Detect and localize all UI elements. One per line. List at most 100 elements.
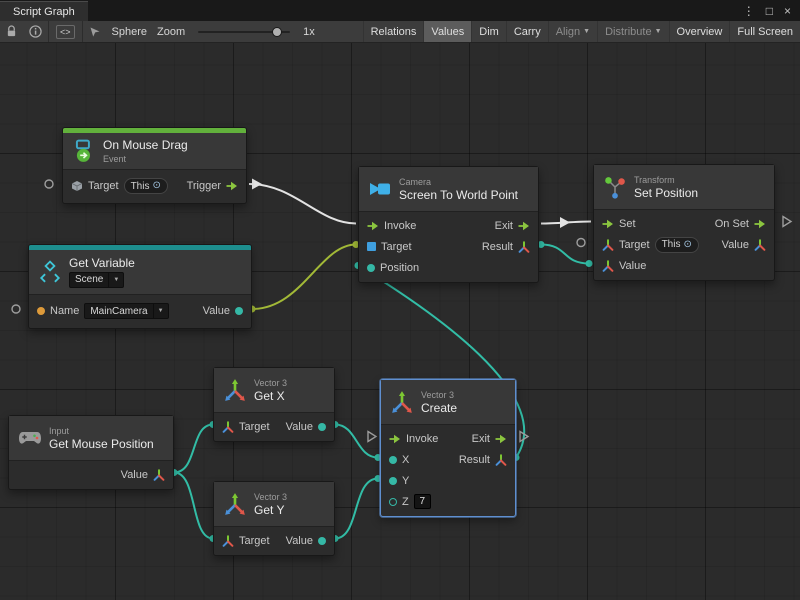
chevron-down-icon: ▼	[108, 273, 123, 287]
port-row: X Result	[381, 449, 515, 470]
port-anchor[interactable]	[12, 305, 20, 313]
node-vector3-create[interactable]: Vector 3 Create Invoke Exit X Result	[380, 379, 516, 517]
wire-mouse-to-getx[interactable]	[174, 425, 213, 473]
node-category: Vector 3	[254, 378, 287, 388]
distribute-dropdown[interactable]: Distribute▼	[597, 21, 668, 42]
code-icon[interactable]: <>	[56, 25, 75, 39]
lock-icon[interactable]	[0, 21, 23, 42]
node-header-text: Camera Screen To World Point	[399, 177, 518, 202]
vector3-port-icon[interactable]	[754, 239, 766, 251]
result-port-label: Result	[482, 241, 513, 253]
port-row: Invoke Exit	[381, 428, 515, 449]
window-menu-icon[interactable]: ⋮	[743, 4, 755, 18]
wire-getx-to-x[interactable]	[335, 425, 378, 458]
node-ports: Set On Set Target This⊙ Value Value	[594, 209, 774, 280]
value-port-label: Value	[203, 305, 230, 317]
vector3-icon	[223, 492, 247, 516]
y-port-label: Y	[402, 475, 409, 487]
overview-button-label: Overview	[677, 26, 723, 38]
node-header: Vector 3 Get X	[214, 368, 334, 412]
node-get-variable[interactable]: Get Variable Scene▼ Name MainCamera▼ Val…	[28, 244, 252, 329]
zoom-value: 1x	[298, 26, 320, 38]
value-port[interactable]	[235, 307, 243, 315]
vector3-port-icon[interactable]	[222, 535, 234, 547]
relations-button[interactable]: Relations	[363, 21, 424, 42]
port-anchor[interactable]	[577, 239, 585, 247]
node-header-text: Vector 3 Get X	[254, 378, 287, 403]
wire-trigger-to-invoke[interactable]	[249, 184, 356, 224]
node-header-text: Transform Set Position	[634, 175, 698, 200]
value-port[interactable]	[318, 423, 326, 431]
window-maximize-icon[interactable]: □	[766, 4, 773, 18]
value-port[interactable]	[318, 537, 326, 545]
position-port[interactable]	[367, 264, 375, 272]
values-button[interactable]: Values	[423, 21, 471, 42]
node-category: Camera	[399, 177, 518, 187]
fullscreen-button[interactable]: Full Screen	[729, 21, 800, 42]
y-port[interactable]	[389, 477, 397, 485]
name-port-label: Name	[50, 305, 79, 317]
node-header: Camera Screen To World Point	[359, 167, 538, 211]
flow-arrow-icon[interactable]	[602, 218, 614, 230]
vector3-port-icon[interactable]	[153, 469, 165, 481]
chevron-down-icon: ▼	[583, 28, 590, 35]
zoom-slider[interactable]	[198, 31, 290, 33]
vector3-port-icon[interactable]	[518, 241, 530, 253]
node-screen-to-world-point[interactable]: Camera Screen To World Point Invoke Exit…	[358, 166, 539, 283]
tab-script-graph[interactable]: Script Graph	[0, 1, 88, 21]
chevron-down-icon: ▼	[153, 304, 168, 318]
this-chip[interactable]: This⊙	[124, 178, 168, 194]
scope-value: Scene	[70, 274, 108, 285]
node-get-y[interactable]: Vector 3 Get Y Target Value	[213, 481, 335, 556]
value-port-label: Value	[286, 535, 313, 547]
flow-arrow-icon[interactable]	[367, 220, 379, 232]
vector3-port-icon[interactable]	[222, 421, 234, 433]
node-set-position[interactable]: Transform Set Position Set On Set Target…	[593, 164, 775, 281]
info-icon[interactable]	[23, 21, 48, 42]
camera-port[interactable]	[367, 242, 376, 251]
vector3-port-icon[interactable]	[602, 239, 614, 251]
node-on-mouse-drag[interactable]: On Mouse Drag Event Target This⊙ Trigger	[62, 127, 247, 204]
flow-arrow-icon[interactable]	[495, 433, 507, 445]
node-category: Vector 3	[421, 390, 457, 400]
wire-arrowhead	[560, 217, 570, 228]
vector3-port-icon[interactable]	[602, 260, 614, 272]
node-ports: Target Value	[214, 526, 334, 555]
window-controls: ⋮ □ ×	[743, 0, 800, 21]
flow-arrow-icon[interactable]	[518, 220, 530, 232]
port-anchor[interactable]	[45, 180, 53, 188]
flow-arrow-icon[interactable]	[389, 433, 401, 445]
graph-canvas[interactable]: On Mouse Drag Event Target This⊙ Trigger	[0, 43, 800, 600]
x-port[interactable]	[389, 456, 397, 464]
dim-button-label: Dim	[479, 26, 499, 38]
target-icon: ⊙	[683, 240, 691, 250]
this-chip-label: This	[662, 239, 681, 250]
carry-button[interactable]: Carry	[506, 21, 548, 42]
vector3-port-icon[interactable]	[495, 454, 507, 466]
dim-button[interactable]: Dim	[471, 21, 506, 42]
flow-anchor[interactable]	[368, 432, 376, 442]
variable-name-dropdown[interactable]: MainCamera▼	[84, 303, 168, 319]
flow-arrow-icon[interactable]	[226, 180, 238, 192]
node-get-mouse-position[interactable]: Input Get Mouse Position Value	[8, 415, 174, 490]
z-port[interactable]	[389, 498, 397, 506]
target-icon: ⊙	[152, 181, 160, 191]
zoom-slider-knob[interactable]	[272, 27, 282, 37]
z-value-input[interactable]	[414, 494, 431, 509]
port-row: Z	[381, 491, 515, 512]
align-dropdown[interactable]: Align▼	[548, 21, 597, 42]
gameobject-icon[interactable]	[71, 180, 83, 192]
wire-variable-to-target[interactable]	[252, 245, 356, 310]
overview-button[interactable]: Overview	[669, 21, 730, 42]
window-close-icon[interactable]: ×	[784, 4, 791, 18]
wire-gety-to-y[interactable]	[335, 479, 378, 539]
wire-mouse-to-gety[interactable]	[174, 473, 213, 539]
string-port[interactable]	[37, 307, 45, 315]
this-chip[interactable]: This⊙	[655, 237, 699, 253]
variable-scope-dropdown[interactable]: Scene▼	[69, 272, 124, 288]
flow-anchor[interactable]	[783, 217, 791, 227]
node-get-x[interactable]: Vector 3 Get X Target Value	[213, 367, 335, 442]
flow-arrow-icon[interactable]	[754, 218, 766, 230]
node-ports: Value	[9, 460, 173, 489]
wire-result-to-value[interactable]	[541, 245, 589, 264]
